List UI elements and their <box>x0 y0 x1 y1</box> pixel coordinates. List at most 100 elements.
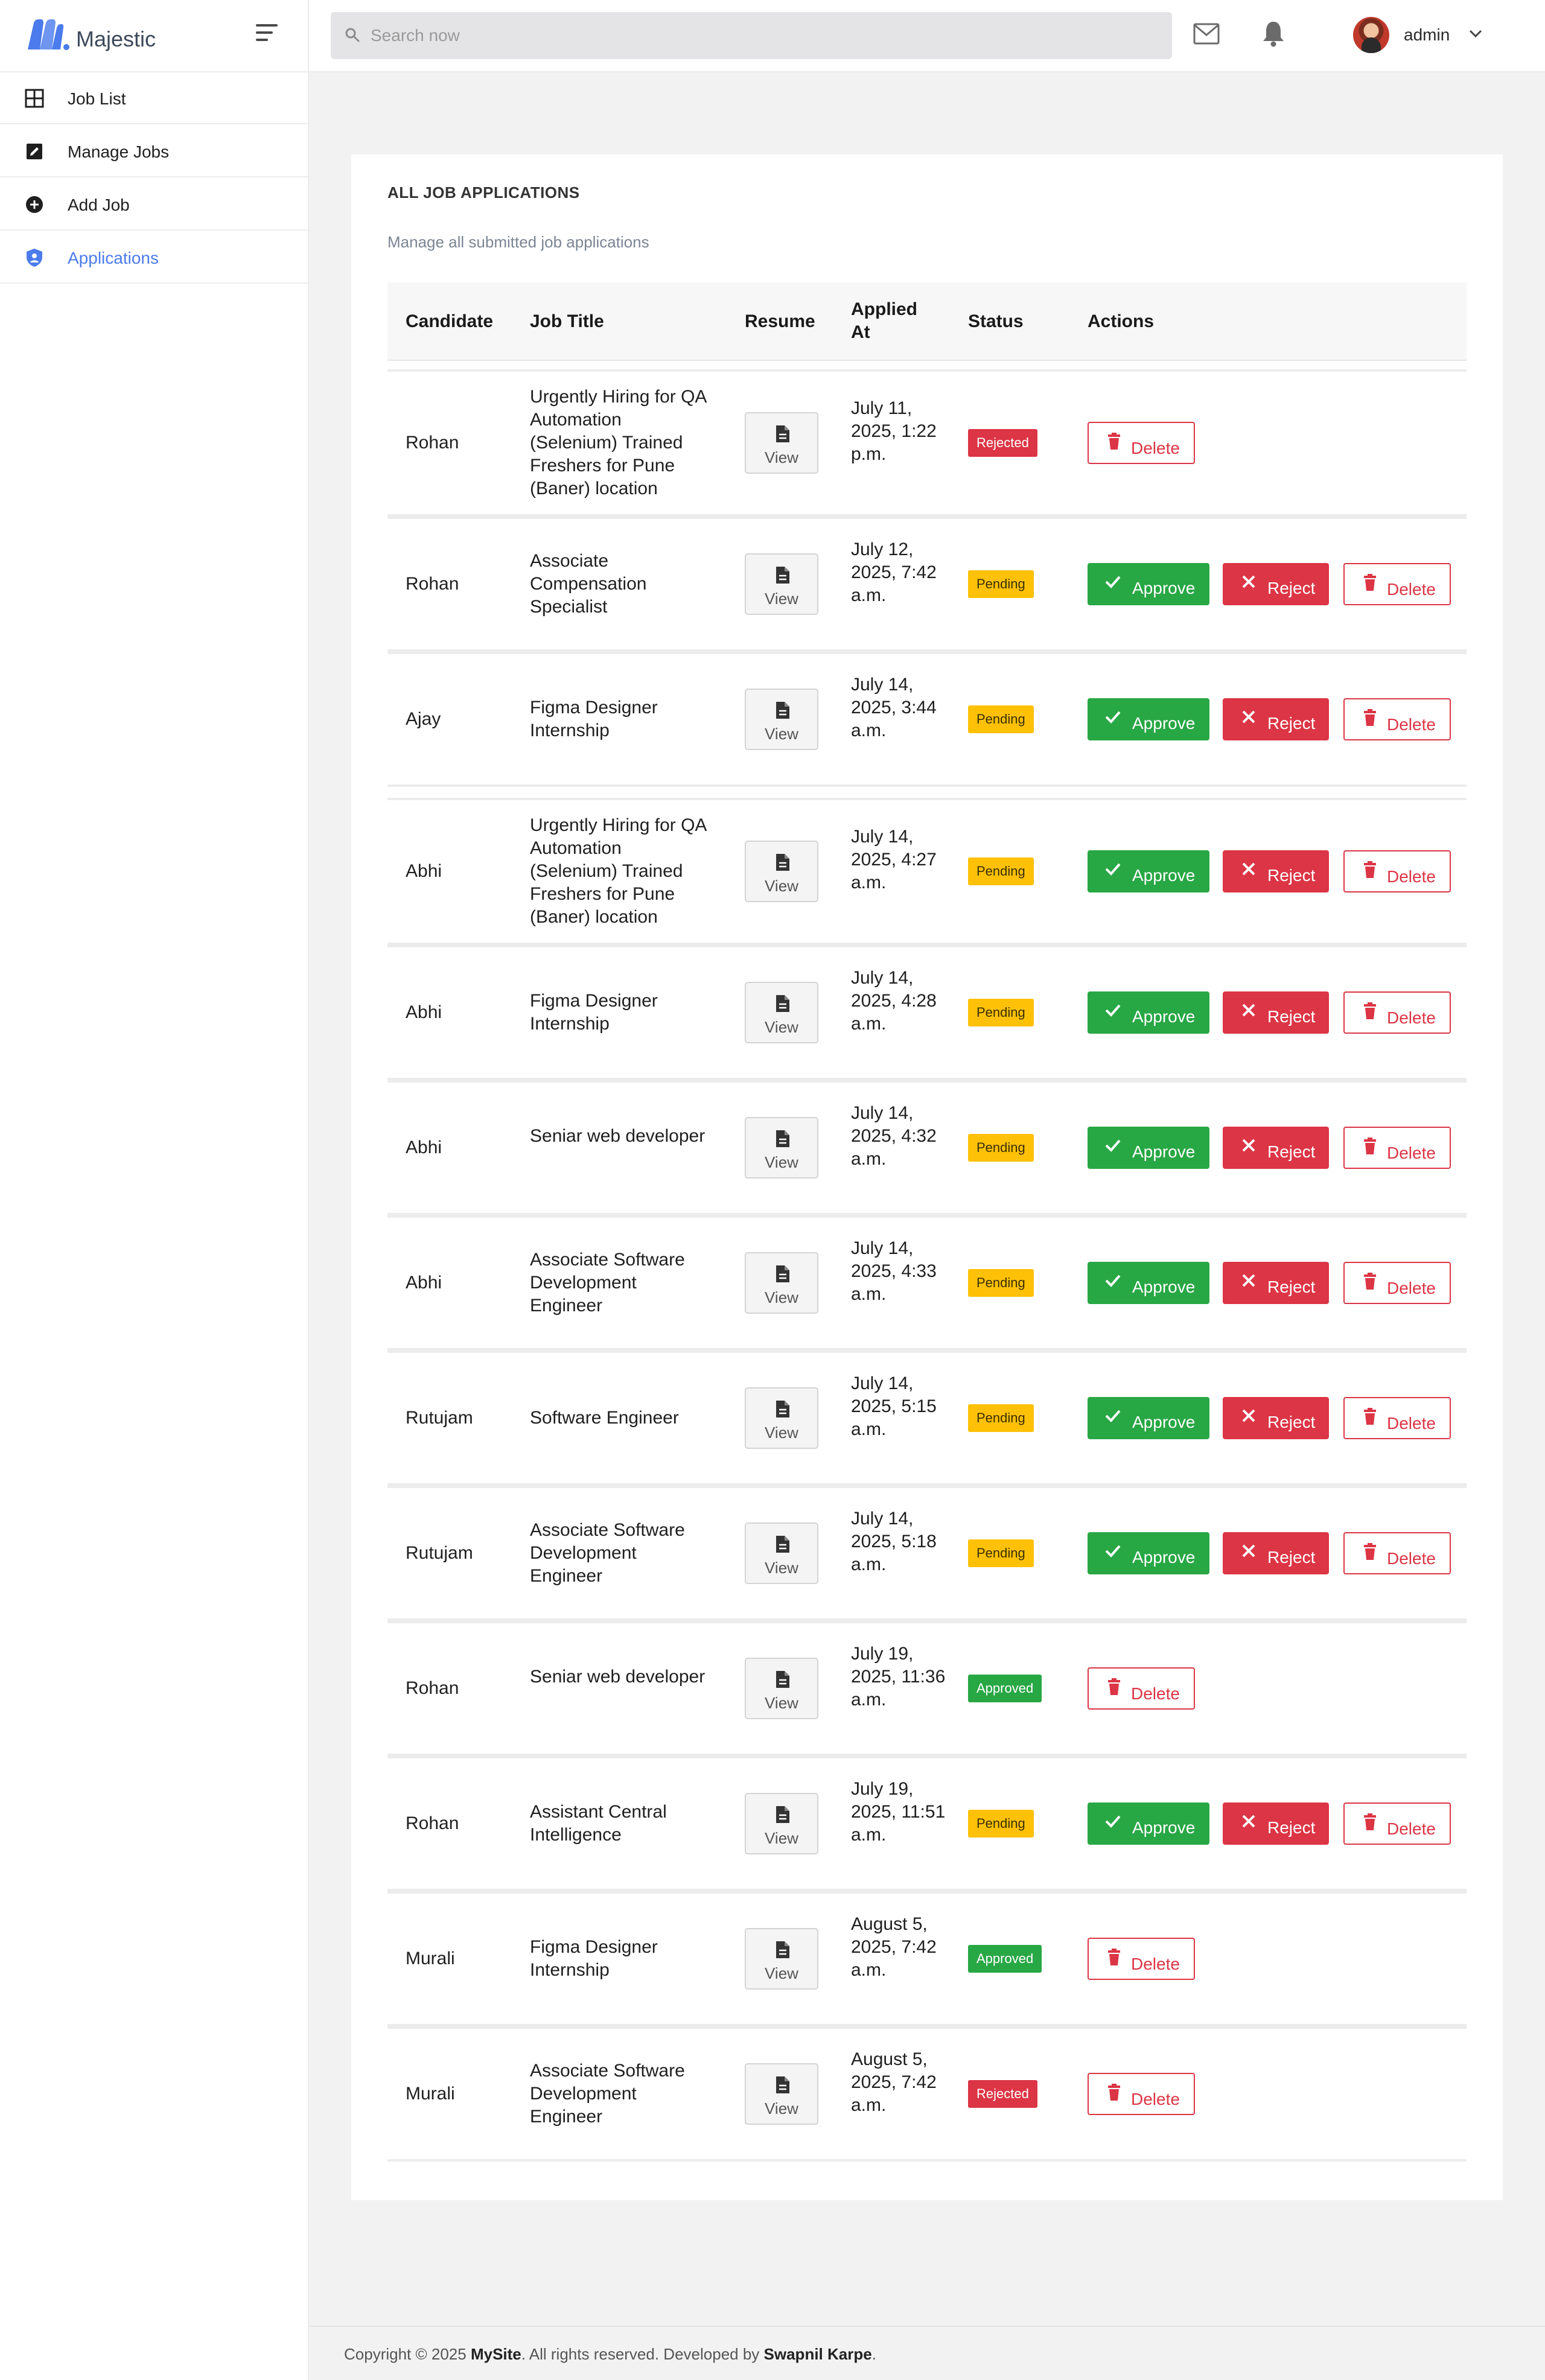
candidate-name: Ajay <box>406 709 441 729</box>
candidate-name: Rutujam <box>406 1543 473 1563</box>
approve-button[interactable]: Approve <box>1088 1532 1209 1574</box>
candidate-name: Abhi <box>406 861 442 881</box>
approve-button-label: Approve <box>1132 579 1196 597</box>
candidate-name: Rohan <box>406 1678 459 1698</box>
view-resume-button[interactable]: View <box>745 1117 818 1179</box>
view-resume-label: View <box>765 877 798 895</box>
delete-button[interactable]: Delete <box>1088 422 1195 464</box>
bell-icon[interactable] <box>1261 19 1285 47</box>
view-resume-button[interactable]: View <box>745 553 818 615</box>
mail-icon[interactable] <box>1193 22 1220 46</box>
approve-button[interactable]: Approve <box>1088 1127 1209 1169</box>
job-title: Seniar web developer <box>530 1126 706 1146</box>
applications-card: ALL JOB APPLICATIONS Manage all submitte… <box>351 154 1503 2200</box>
reject-button[interactable]: Reject <box>1223 563 1329 605</box>
column-header-candidate: Candidate <box>406 311 494 331</box>
document-icon <box>776 425 789 442</box>
footer-prefix: Copyright © 2025 <box>344 2345 471 2363</box>
close-icon <box>1242 1004 1255 1017</box>
view-resume-button[interactable]: View <box>745 412 818 474</box>
status-badge: Pending <box>968 705 1034 733</box>
sidebar-item-manage-jobs[interactable]: Manage Jobs <box>0 126 308 177</box>
reject-button[interactable]: Reject <box>1223 850 1329 892</box>
shield-user-icon <box>27 249 42 267</box>
approve-button[interactable]: Approve <box>1088 1802 1209 1845</box>
delete-button[interactable]: Delete <box>1088 2073 1195 2115</box>
reject-button[interactable]: Reject <box>1223 1397 1329 1439</box>
delete-button-label: Delete <box>1387 1549 1436 1568</box>
check-icon <box>1105 1139 1121 1152</box>
chevron-down-icon[interactable] <box>1468 28 1483 40</box>
approve-button[interactable]: Approve <box>1088 563 1209 605</box>
approve-button[interactable]: Approve <box>1088 1397 1209 1439</box>
delete-button[interactable]: Delete <box>1343 1397 1451 1439</box>
table-header: Candidate Job Title Resume Applied At St… <box>387 282 1467 361</box>
delete-button[interactable]: Delete <box>1343 1127 1451 1169</box>
avatar[interactable] <box>1353 17 1389 53</box>
grid-icon <box>25 89 44 108</box>
approve-button[interactable]: Approve <box>1088 698 1209 740</box>
delete-button[interactable]: Delete <box>1343 1532 1451 1574</box>
user-name[interactable]: admin <box>1404 25 1450 45</box>
status-badge: Pending <box>968 1134 1034 1162</box>
approve-button[interactable]: Approve <box>1088 1262 1209 1304</box>
column-header-resume: Resume <box>745 311 815 331</box>
delete-button[interactable]: Delete <box>1088 1667 1195 1710</box>
reject-button[interactable]: Reject <box>1223 1802 1329 1845</box>
delete-button[interactable]: Delete <box>1343 850 1451 892</box>
approve-button-label: Approve <box>1132 866 1196 885</box>
document-icon <box>776 1536 789 1553</box>
reject-button-label: Reject <box>1267 714 1316 733</box>
candidate-name: Rohan <box>406 574 459 594</box>
delete-button[interactable]: Delete <box>1343 1262 1451 1304</box>
approve-button-label: Approve <box>1132 714 1196 733</box>
brand-name: Majestic <box>76 27 156 51</box>
brand[interactable]: Majestic <box>0 0 309 72</box>
footer-copyright: Copyright © 2025 MySite. All rights rese… <box>344 2345 876 2364</box>
applied-at: July 19, 2025, 11:51 a.m. <box>851 1779 946 1845</box>
view-resume-button[interactable]: View <box>745 689 818 750</box>
search-bar[interactable] <box>331 12 1172 59</box>
delete-button-label: Delete <box>1131 439 1180 457</box>
table-row: Abhi Seniar web developer View July 14, 202… <box>387 1080 1467 1215</box>
reject-button[interactable]: Reject <box>1223 698 1329 740</box>
sidebar-item-applications[interactable]: Applications <box>0 232 308 284</box>
footer-site-link[interactable]: MySite <box>471 2345 521 2363</box>
view-resume-button[interactable]: View <box>745 1387 818 1449</box>
delete-button[interactable]: Delete <box>1343 1802 1451 1845</box>
check-icon <box>1105 1004 1121 1017</box>
view-resume-button[interactable]: View <box>745 841 818 902</box>
sidebar-item-label: Job List <box>68 89 126 108</box>
table-row: Abhi Associate Software Development Engin… <box>387 1215 1467 1351</box>
sidebar-toggle-icon[interactable] <box>253 22 282 46</box>
table-row: Rutujam Associate Software Development En… <box>387 1486 1467 1621</box>
reject-button[interactable]: Reject <box>1223 1127 1329 1169</box>
status-badge: Pending <box>968 999 1034 1026</box>
view-resume-button[interactable]: View <box>745 1658 818 1719</box>
document-icon <box>776 995 789 1012</box>
approve-button[interactable]: Approve <box>1088 991 1209 1034</box>
reject-button[interactable]: Reject <box>1223 991 1329 1034</box>
approve-button[interactable]: Approve <box>1088 850 1209 892</box>
view-resume-button[interactable]: View <box>745 1928 818 1990</box>
view-resume-label: View <box>765 1153 798 1171</box>
delete-button[interactable]: Delete <box>1088 1938 1195 1980</box>
delete-button-label: Delete <box>1387 1008 1436 1027</box>
view-resume-button[interactable]: View <box>745 982 818 1043</box>
reject-button[interactable]: Reject <box>1223 1532 1329 1574</box>
delete-button[interactable]: Delete <box>1343 991 1451 1034</box>
view-resume-label: View <box>765 448 798 466</box>
delete-button[interactable]: Delete <box>1343 563 1451 605</box>
reject-button[interactable]: Reject <box>1223 1262 1329 1304</box>
table-row: Rohan Seniar web developer View July 19, 20… <box>387 1621 1467 1756</box>
view-resume-button[interactable]: View <box>745 1252 818 1314</box>
search-input[interactable] <box>371 18 1155 53</box>
candidate-name: Rutujam <box>406 1408 473 1428</box>
view-resume-button[interactable]: View <box>745 1793 818 1854</box>
view-resume-button[interactable]: View <box>745 2063 818 2125</box>
sidebar-item-add-job[interactable]: Add Job <box>0 179 308 231</box>
delete-button[interactable]: Delete <box>1343 698 1451 740</box>
view-resume-button[interactable]: View <box>745 1522 818 1584</box>
sidebar-item-job-list[interactable]: Job List <box>0 72 308 124</box>
reject-button-label: Reject <box>1267 1142 1316 1161</box>
